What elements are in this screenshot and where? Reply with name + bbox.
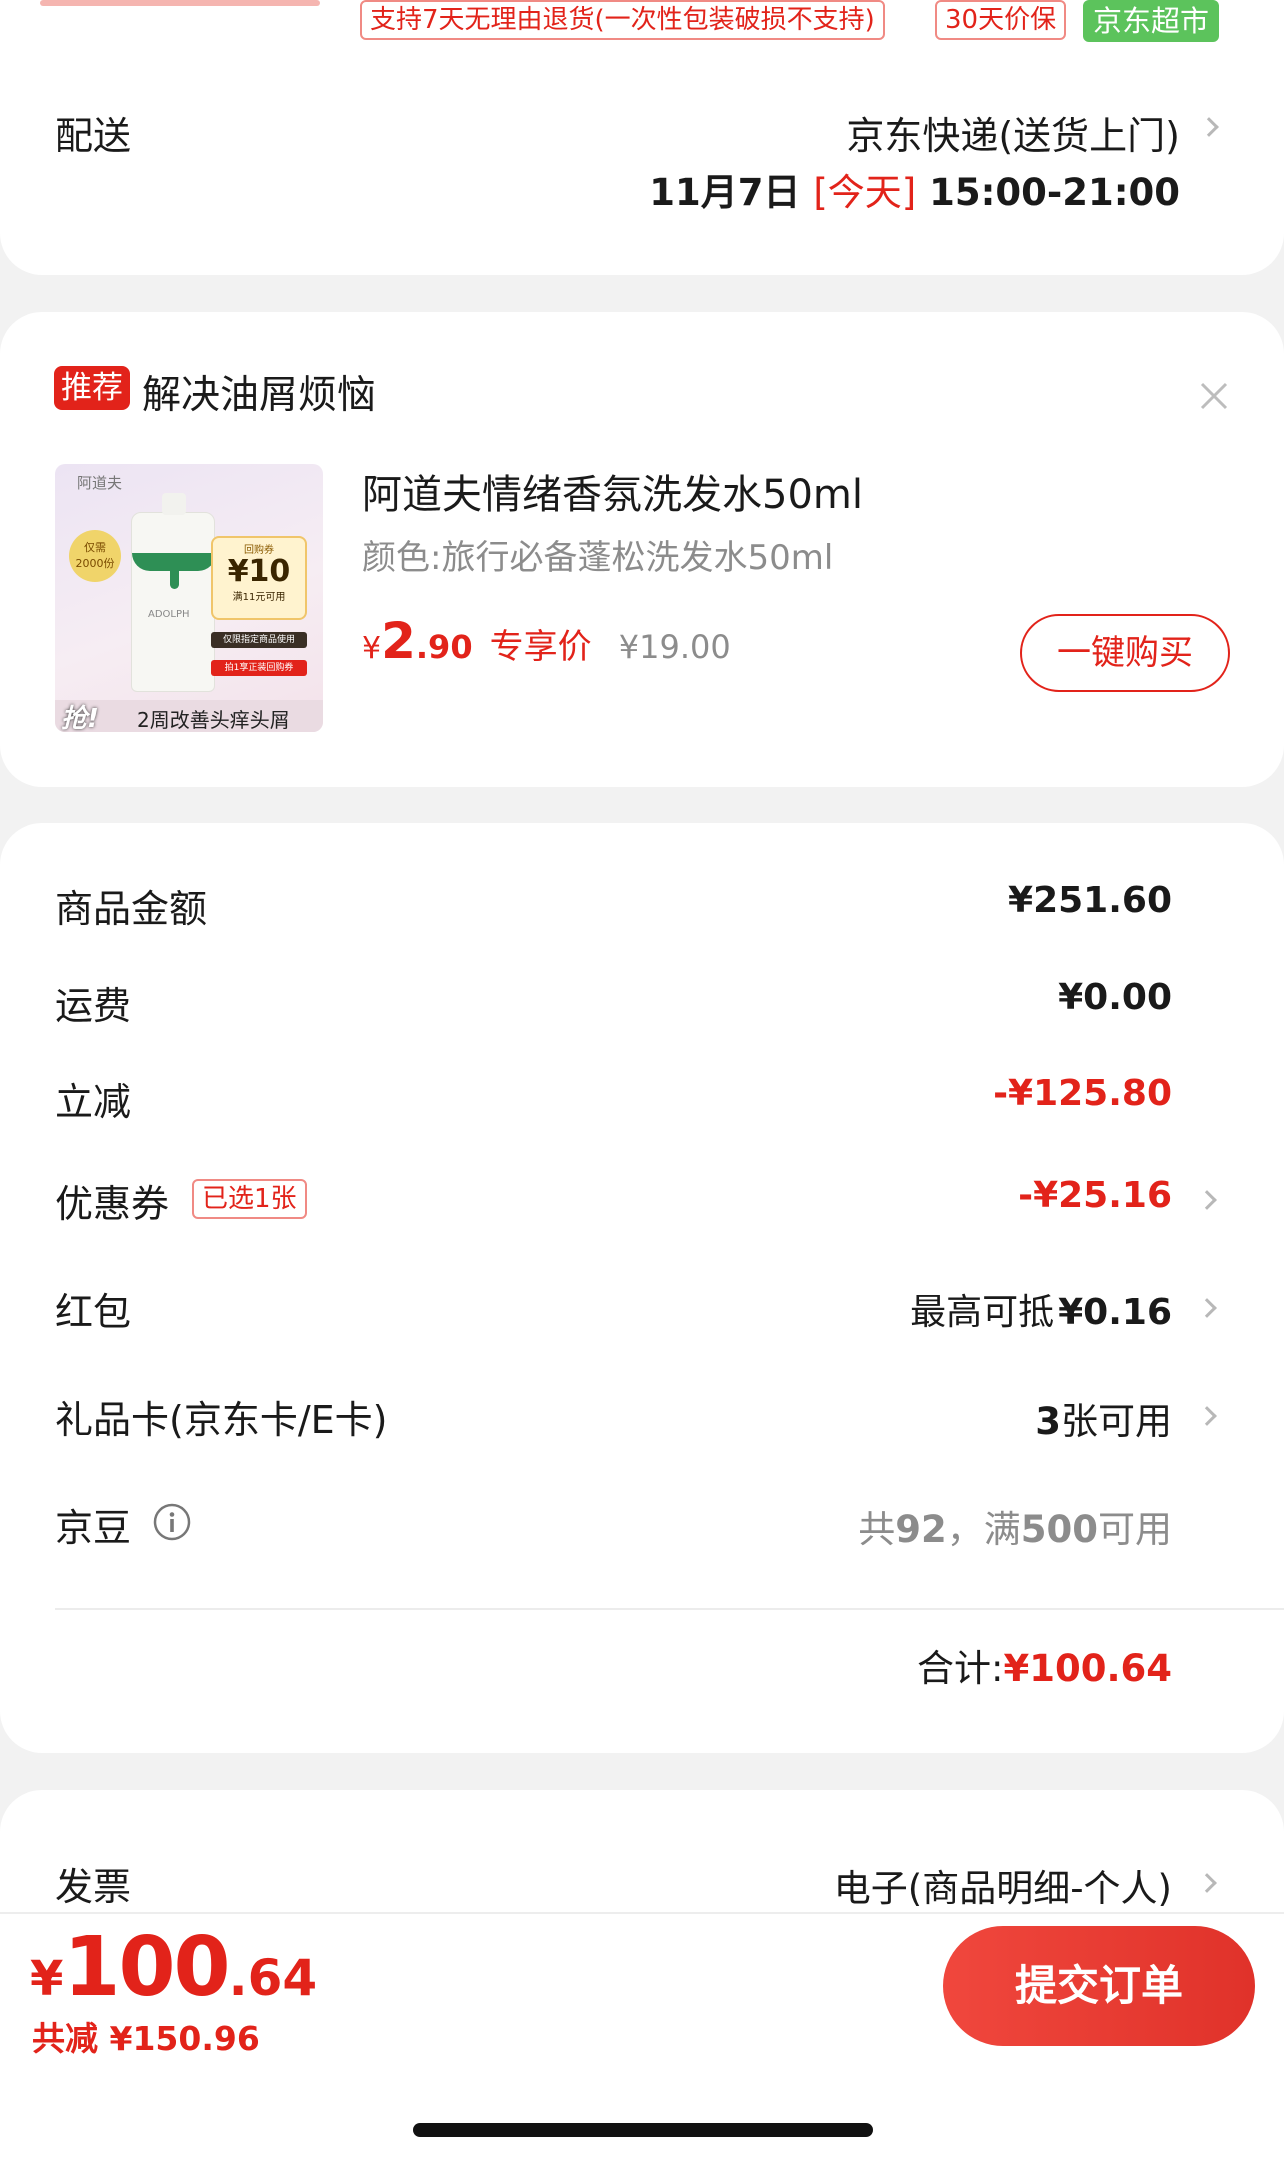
slogan-text: 2周改善头痒头屑 bbox=[137, 708, 290, 732]
delivery-label: 配送 bbox=[55, 114, 132, 158]
bottom-savings: 共减 ¥150.96 bbox=[32, 2019, 260, 2058]
coupon-label: 优惠券 bbox=[55, 1182, 170, 1226]
coupon-note2: 拍1享正装回购券 bbox=[211, 660, 307, 676]
store-logo-edge bbox=[40, 0, 320, 6]
delivery-method[interactable]: 京东快递(送货上门) bbox=[846, 105, 1180, 160]
return-policy-tag: 支持7天无理由退货(一次性包装破损不支持) bbox=[360, 0, 885, 40]
product-price: ¥2.90 专享价 ¥19.00 bbox=[362, 612, 731, 670]
gift-card-value[interactable]: 3张可用 bbox=[1035, 1391, 1172, 1445]
count-badge: 仅需 2000份 bbox=[69, 530, 121, 582]
delivery-date: 11月7日 bbox=[649, 171, 801, 214]
coupon-selected-badge: 已选1张 bbox=[192, 1179, 307, 1219]
beans-e: 可用 bbox=[1098, 1508, 1172, 1551]
summary-card: 商品金额 ¥251.60 运费 ¥0.00 立减 -¥125.80 优惠券 已选… bbox=[0, 823, 1284, 1753]
delivery-time[interactable]: 11月7日 [今天] 15:00-21:00 bbox=[649, 162, 1180, 216]
gift-card-text: 张可用 bbox=[1061, 1400, 1172, 1443]
bottom-price-int: 100 bbox=[63, 1920, 230, 2015]
beans-c: ，满 bbox=[946, 1508, 1021, 1551]
invoice-value[interactable]: 电子(商品明细-个人) bbox=[834, 1858, 1172, 1912]
delivery-window: 15:00-21:00 bbox=[929, 171, 1180, 214]
summary-total: 合计:¥100.64 bbox=[917, 1638, 1172, 1692]
one-click-buy-button[interactable]: 一键购买 bbox=[1020, 614, 1230, 692]
red-packet-label: 红包 bbox=[55, 1290, 132, 1334]
price-tag: 专享价 bbox=[489, 627, 592, 667]
bottle-icon: ADOLPH bbox=[131, 493, 216, 692]
recommend-card: 推荐 解决油屑烦恼 阿道夫 仅需 2000份 ADOLPH 回购券 ¥10 满1… bbox=[0, 312, 1284, 787]
red-packet-value: ¥0.16 bbox=[1058, 1292, 1172, 1333]
product-variant: 颜色:旅行必备蓬松洗发水50ml bbox=[362, 538, 834, 578]
coupon-amount: ¥10 bbox=[227, 554, 291, 589]
invoice-label: 发票 bbox=[55, 1865, 132, 1909]
invoice-chevron-icon[interactable] bbox=[1197, 1873, 1217, 1893]
coupon-chevron-icon[interactable] bbox=[1197, 1190, 1217, 1210]
price-int: 2 bbox=[381, 612, 416, 670]
shipping-value: ¥0.00 bbox=[1058, 977, 1172, 1018]
count-badge-line2: 2000份 bbox=[75, 557, 115, 570]
red-packet-prefix: 最高可抵 bbox=[910, 1292, 1055, 1333]
instant-discount-value: -¥125.80 bbox=[993, 1073, 1172, 1114]
info-icon[interactable] bbox=[152, 1502, 192, 1542]
gift-card-label: 礼品卡(京东卡/E卡) bbox=[55, 1398, 388, 1442]
coupon-value[interactable]: -¥25.16 bbox=[1018, 1175, 1172, 1216]
product-image[interactable]: 阿道夫 仅需 2000份 ADOLPH 回购券 ¥10 满11元可用 仅限指定商… bbox=[55, 464, 323, 732]
bottom-price-dec: .64 bbox=[228, 1949, 318, 2007]
jd-beans-value: 共92，满500可用 bbox=[858, 1499, 1172, 1553]
beans-count: 92 bbox=[895, 1508, 947, 1551]
close-icon[interactable] bbox=[1198, 380, 1230, 412]
price-protect-tag: 30天价保 bbox=[935, 0, 1067, 40]
count-badge-line1: 仅需 bbox=[84, 541, 106, 554]
coupon-condition: 满11元可用 bbox=[232, 592, 286, 603]
goods-amount-value: ¥251.60 bbox=[1008, 880, 1172, 921]
jd-supermarket-tag: 京东超市 bbox=[1083, 0, 1220, 42]
bottom-bar: ¥100.64 共减 ¥150.96 提交订单 bbox=[0, 1912, 1284, 2163]
product-name[interactable]: 阿道夫情绪香氛洗发水50ml bbox=[362, 462, 863, 520]
coupon-note1: 仅限指定商品使用 bbox=[211, 632, 307, 648]
jd-beans-label: 京豆 bbox=[55, 1506, 132, 1550]
price-symbol: ¥ bbox=[362, 631, 382, 666]
instant-discount-label: 立减 bbox=[55, 1080, 132, 1124]
home-indicator bbox=[413, 2123, 873, 2137]
coupon-graphic: 回购券 ¥10 满11元可用 bbox=[211, 536, 307, 620]
product-brand: 阿道夫 bbox=[77, 474, 123, 492]
summary-divider bbox=[55, 1608, 1284, 1610]
beans-threshold: 500 bbox=[1020, 1508, 1098, 1551]
recommend-badge: 推荐 bbox=[54, 366, 130, 410]
delivery-chevron-icon[interactable] bbox=[1199, 117, 1219, 137]
delivery-today: [今天] bbox=[813, 171, 917, 214]
original-price: ¥19.00 bbox=[618, 628, 731, 666]
gift-card-chevron-icon[interactable] bbox=[1197, 1406, 1217, 1426]
red-packet-value-wrap[interactable]: 最高可抵 ¥0.16 bbox=[910, 1283, 1172, 1335]
red-packet-chevron-icon[interactable] bbox=[1197, 1298, 1217, 1318]
bottom-price: ¥100.64 bbox=[30, 1920, 317, 2015]
goods-amount-label: 商品金额 bbox=[55, 887, 208, 931]
gift-card-count: 3 bbox=[1035, 1400, 1061, 1443]
total-value: ¥100.64 bbox=[1003, 1647, 1172, 1690]
total-label: 合计: bbox=[917, 1647, 1004, 1690]
bottom-price-symbol: ¥ bbox=[30, 1951, 64, 2007]
bottle-brand: ADOLPH bbox=[148, 609, 190, 620]
beans-a: 共 bbox=[858, 1508, 896, 1551]
recommend-title: 解决油屑烦恼 bbox=[142, 373, 377, 418]
delivery-card: 支持7天无理由退货(一次性包装破损不支持) 30天价保 京东超市 配送 京东快递… bbox=[0, 0, 1284, 275]
shipping-label: 运费 bbox=[55, 984, 132, 1028]
grab-label: 抢! bbox=[61, 704, 99, 732]
price-dec: .90 bbox=[415, 628, 473, 666]
submit-order-button[interactable]: 提交订单 bbox=[943, 1926, 1255, 2046]
